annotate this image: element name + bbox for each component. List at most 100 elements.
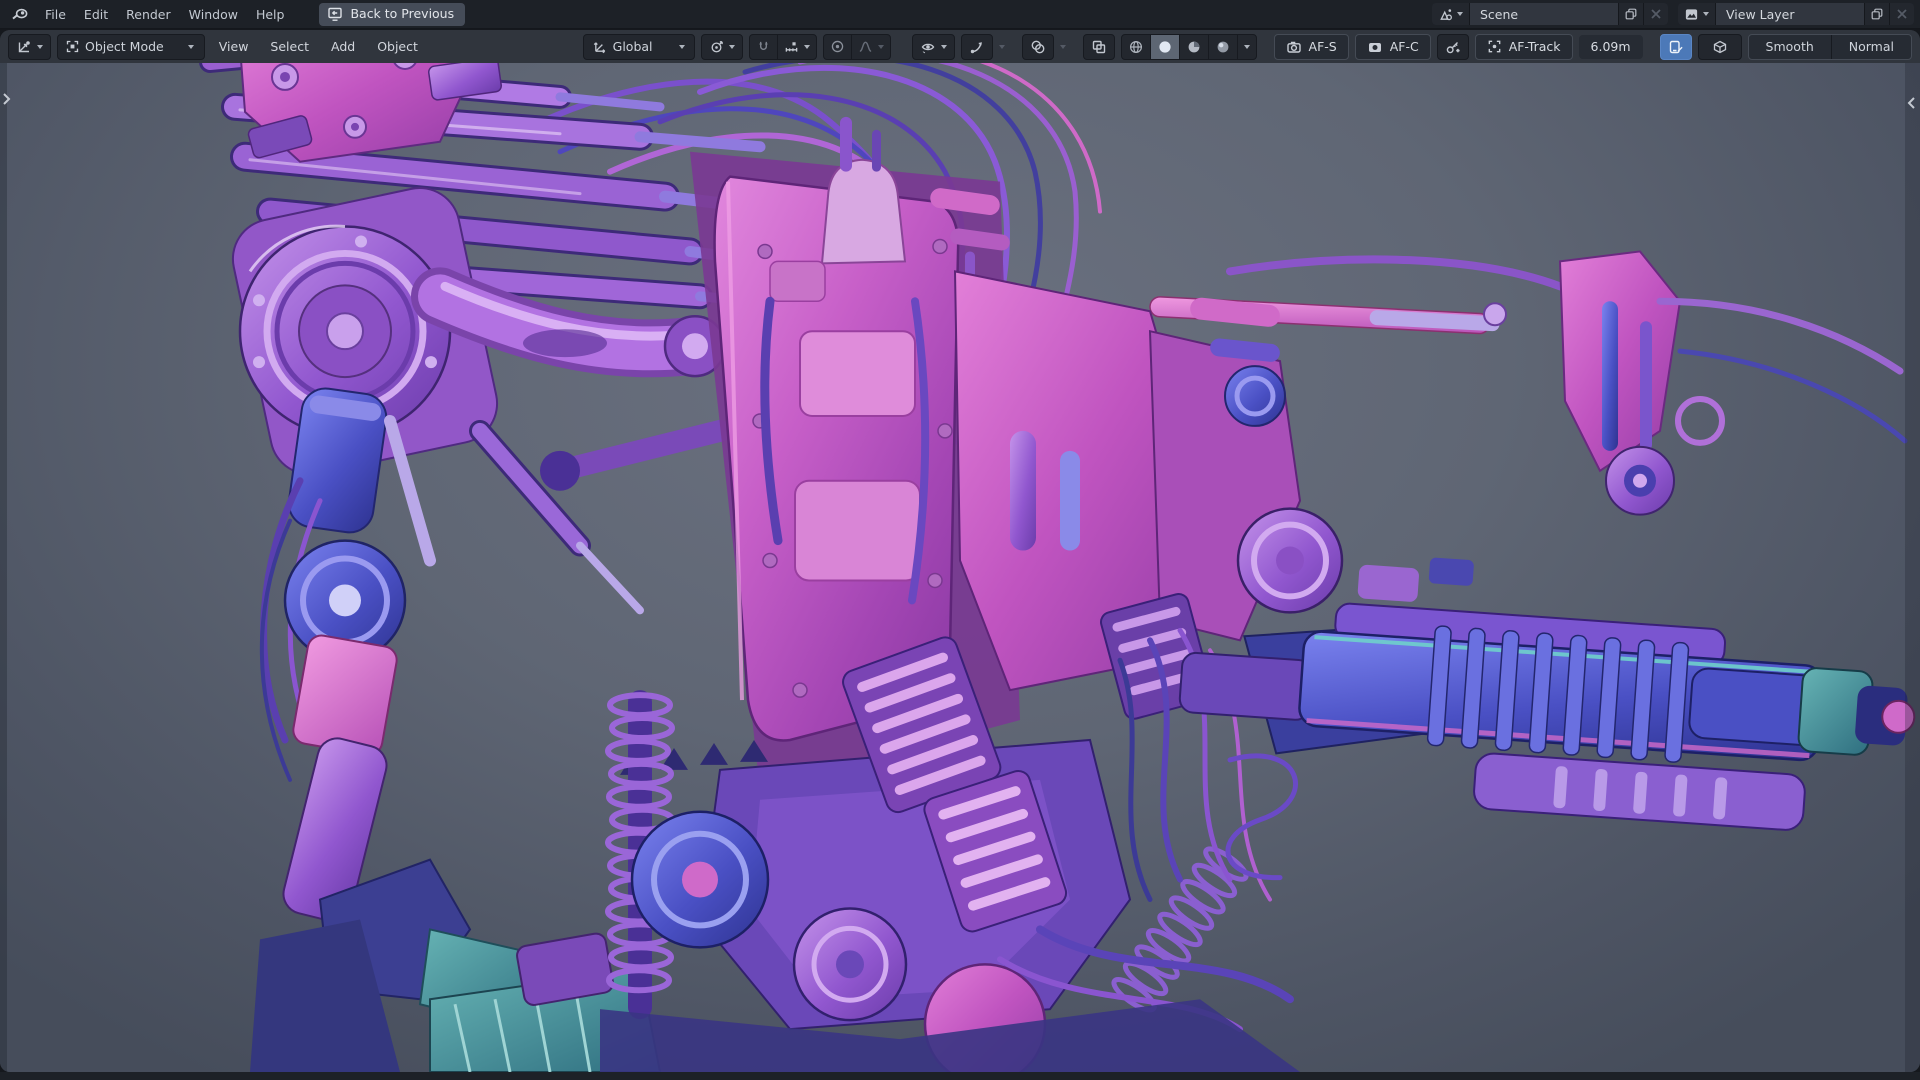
shade-smooth-normal-group: Smooth Normal	[1747, 33, 1912, 60]
camera-icon	[1286, 39, 1302, 55]
editor-type-icon	[16, 39, 32, 55]
chevron-down-icon	[678, 44, 685, 49]
chevron-down-icon	[877, 44, 884, 49]
chevron-down-icon[interactable]	[998, 44, 1005, 49]
shade-normal-label: Normal	[1848, 39, 1894, 54]
back-screen-icon	[327, 6, 343, 22]
scene-name-field[interactable]: Scene	[1470, 3, 1619, 25]
snap-target-icon	[784, 39, 799, 54]
view-layer-browse-button[interactable]	[1678, 3, 1716, 25]
shading-rendered-button[interactable]	[1209, 34, 1238, 59]
af-s-label: AF-S	[1308, 39, 1337, 54]
chevron-down-icon	[187, 44, 194, 49]
cube-icon	[1712, 39, 1728, 55]
chevron-down-icon	[37, 44, 43, 49]
menu-select[interactable]: Select	[262, 34, 317, 59]
key-add-icon	[1445, 39, 1461, 55]
transform-orientation-dropdown[interactable]: Global	[582, 33, 695, 60]
shading-dropdown-button[interactable]	[1238, 35, 1256, 59]
visibility-eye-icon	[920, 39, 936, 55]
close-icon	[1896, 8, 1908, 20]
proportional-falloff-button[interactable]	[852, 35, 890, 59]
viewport-right-edge	[1905, 63, 1920, 1072]
mech-model[interactable]	[0, 63, 1920, 1072]
toolbar-expand-toggle[interactable]	[1, 91, 11, 110]
viewport-left-edge	[0, 63, 7, 1072]
orientation-icon	[593, 39, 608, 54]
snap-toggle-button[interactable]	[750, 34, 778, 59]
gizmo-icon	[969, 39, 985, 55]
menu-file[interactable]: File	[36, 3, 75, 26]
proportional-toggle-button[interactable]	[824, 34, 852, 59]
viewport-header: Object Mode View Select Add Object Globa…	[0, 30, 1920, 63]
viewport-editor: Object Mode View Select Add Object Globa…	[0, 30, 1920, 1072]
mode-dropdown[interactable]: Object Mode	[57, 33, 205, 60]
solid-icon	[1157, 39, 1173, 55]
rendered-icon	[1215, 39, 1231, 55]
chevron-down-icon	[940, 44, 947, 49]
chevron-down-icon[interactable]	[1059, 44, 1066, 49]
view-layer-name-field[interactable]: View Layer	[1716, 3, 1865, 25]
track-icon	[1487, 39, 1502, 54]
snapping-group	[748, 33, 817, 60]
proportional-editing-group	[822, 33, 891, 60]
keyframe-add-button[interactable]	[1436, 33, 1469, 60]
view-layer-delete-button[interactable]	[1890, 3, 1914, 25]
snap-settings-button[interactable]	[778, 35, 816, 59]
shade-normal-button[interactable]: Normal	[1832, 35, 1911, 59]
chevron-down-icon	[1457, 12, 1463, 16]
view-layer-duplicate-button[interactable]	[1865, 3, 1890, 25]
menu-view[interactable]: View	[211, 34, 257, 59]
close-icon	[1650, 8, 1662, 20]
back-to-previous-button[interactable]: Back to Previous	[319, 2, 466, 26]
menu-window[interactable]: Window	[180, 3, 247, 26]
object-mode-icon	[65, 39, 80, 54]
shade-smooth-label: Smooth	[1765, 39, 1814, 54]
shading-mode-group	[1120, 33, 1257, 60]
object-visibility-dropdown[interactable]	[911, 33, 955, 60]
viewport-3d[interactable]	[0, 63, 1920, 1072]
scene-icon	[1438, 7, 1453, 22]
pivot-icon	[709, 39, 724, 54]
af-s-button[interactable]: AF-S	[1273, 33, 1349, 60]
menu-render[interactable]: Render	[117, 3, 180, 26]
scene-selector: Scene	[1432, 3, 1668, 25]
xray-toggle-button[interactable]	[1082, 33, 1115, 60]
xray-icon	[1091, 39, 1107, 55]
gizmos-toggle-button[interactable]	[960, 33, 993, 60]
shading-solid-button[interactable]	[1150, 34, 1180, 59]
magnet-icon	[756, 39, 771, 54]
camera-filled-icon	[1367, 39, 1383, 55]
wireframe-icon	[1128, 39, 1144, 55]
af-c-label: AF-C	[1389, 39, 1419, 54]
sidebar-expand-toggle[interactable]	[1907, 95, 1917, 114]
blender-logo-icon[interactable]	[6, 5, 36, 23]
editor-type-dropdown[interactable]	[8, 33, 51, 60]
shade-smooth-button[interactable]: Smooth	[1749, 34, 1832, 59]
scene-browse-button[interactable]	[1432, 3, 1470, 25]
overlays-toggle-button[interactable]	[1021, 33, 1054, 60]
menu-object[interactable]: Object	[369, 34, 426, 59]
window-bottom-edge	[0, 1072, 1920, 1080]
chevron-down-icon	[1703, 12, 1709, 16]
shade-object-dropdown[interactable]	[1697, 33, 1742, 60]
blender-window: File Edit Render Window Help Back to Pre…	[0, 0, 1920, 1080]
chevron-down-icon	[803, 44, 810, 49]
menu-add[interactable]: Add	[323, 34, 363, 59]
scene-delete-button[interactable]	[1644, 3, 1668, 25]
shading-material-button[interactable]	[1180, 34, 1209, 59]
pivot-point-dropdown[interactable]	[700, 33, 743, 60]
falloff-icon	[858, 39, 873, 54]
view-layer-icon	[1684, 7, 1699, 22]
duplicate-icon	[1870, 7, 1884, 21]
af-c-button[interactable]: AF-C	[1354, 33, 1431, 60]
menu-help[interactable]: Help	[247, 3, 294, 26]
focus-distance-value[interactable]: 6.09m	[1578, 34, 1643, 59]
shading-wireframe-button[interactable]	[1122, 34, 1151, 59]
menu-edit[interactable]: Edit	[75, 3, 117, 26]
proportional-icon	[830, 39, 845, 54]
screen-annotate-toggle[interactable]	[1659, 33, 1692, 60]
view-layer-selector: View Layer	[1678, 3, 1914, 25]
af-track-button[interactable]: AF-Track	[1474, 33, 1573, 60]
scene-duplicate-button[interactable]	[1619, 3, 1644, 25]
